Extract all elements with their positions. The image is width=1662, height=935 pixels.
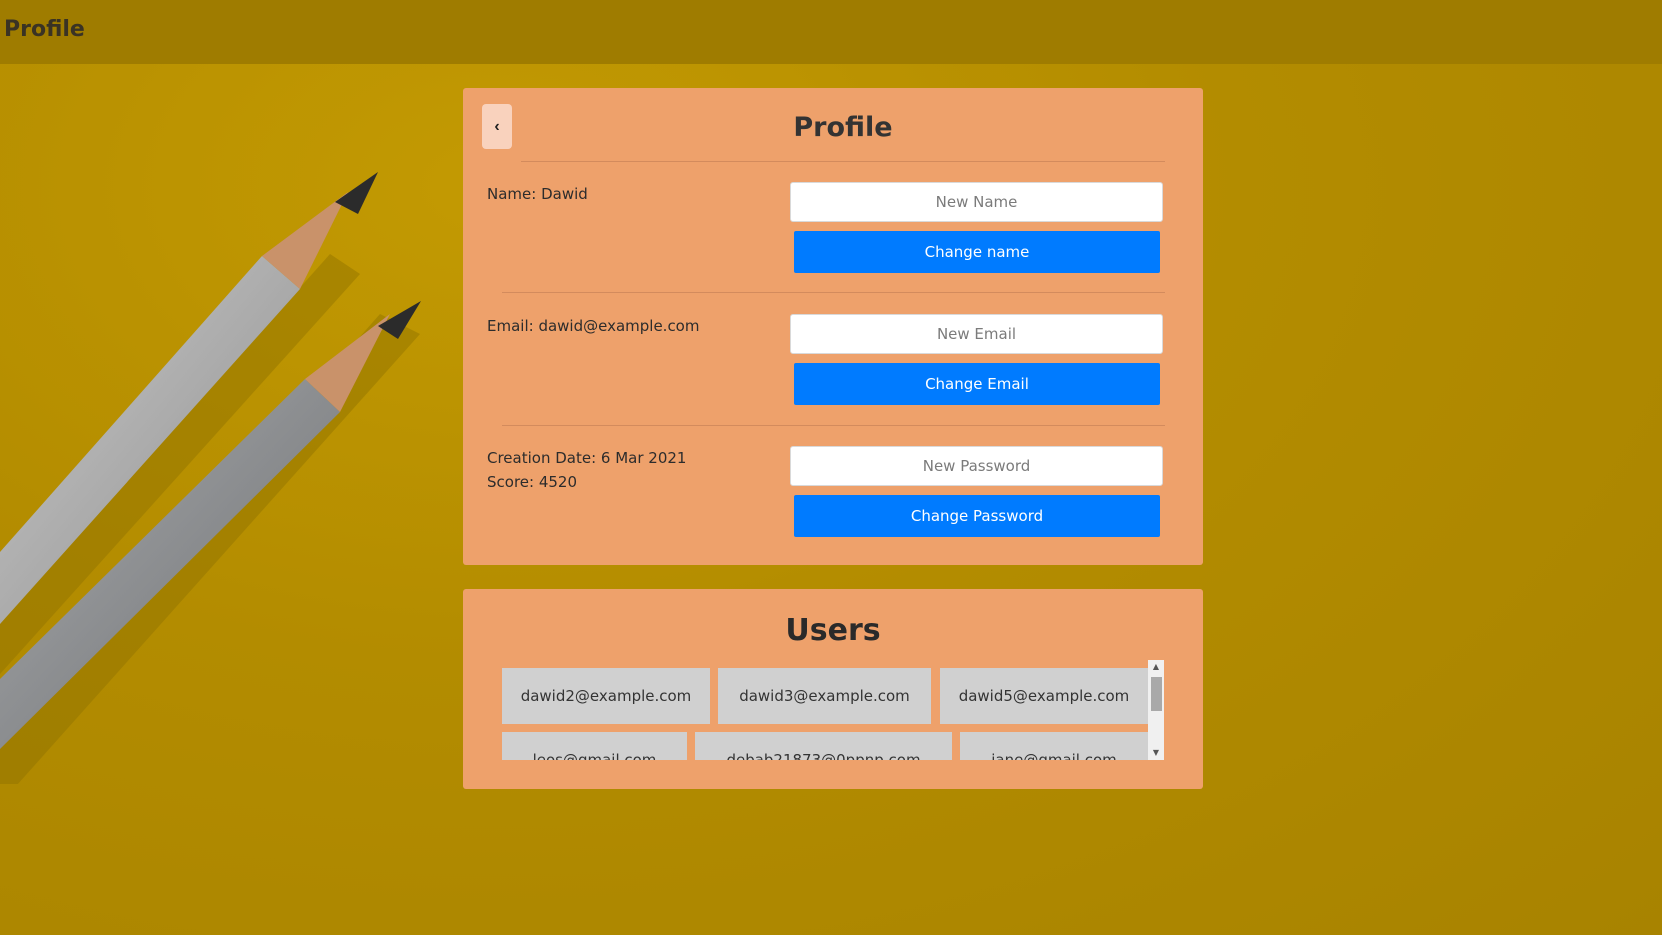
new-email-input[interactable] [790, 314, 1163, 354]
pencils-illustration [0, 172, 421, 784]
score-label: Score: 4520 [487, 473, 578, 491]
scroll-thumb[interactable] [1151, 677, 1162, 711]
user-item[interactable]: leos@gmail.com [502, 732, 687, 760]
new-name-input[interactable] [790, 182, 1163, 222]
user-item[interactable]: dawid5@example.com [940, 668, 1148, 724]
change-password-button[interactable]: Change Password [794, 495, 1160, 537]
profile-heading: Profile [793, 112, 893, 143]
users-card: Users dawid2@example.com dawid3@example.… [463, 589, 1203, 789]
change-email-button[interactable]: Change Email [794, 363, 1160, 405]
creation-date-label: Creation Date: 6 Mar 2021 [487, 449, 687, 467]
topbar-title: Profile [4, 17, 85, 42]
users-list[interactable]: dawid2@example.com dawid3@example.com da… [502, 660, 1164, 760]
users-scrollbar[interactable]: ▲ ▼ [1148, 660, 1164, 760]
email-label: Email: dawid@example.com [487, 317, 700, 335]
scroll-up-arrow-icon[interactable]: ▲ [1148, 660, 1164, 674]
title-divider [521, 161, 1165, 162]
new-password-input[interactable] [790, 446, 1163, 486]
user-item[interactable]: jane@gmail.com [960, 732, 1148, 760]
scroll-down-arrow-icon[interactable]: ▼ [1148, 746, 1164, 760]
user-item[interactable]: dawid3@example.com [718, 668, 931, 724]
profile-card: ‹ Profile Name: Dawid Change name Email:… [463, 88, 1203, 565]
change-name-button[interactable]: Change name [794, 231, 1160, 273]
user-item[interactable]: dawid2@example.com [502, 668, 710, 724]
user-item[interactable]: debab21873@0ppnp.com [695, 732, 952, 760]
top-bar: Profile [0, 0, 1662, 64]
name-label: Name: Dawid [487, 185, 588, 203]
section-divider [502, 425, 1165, 426]
section-divider [502, 292, 1165, 293]
users-heading: Users [785, 613, 881, 648]
